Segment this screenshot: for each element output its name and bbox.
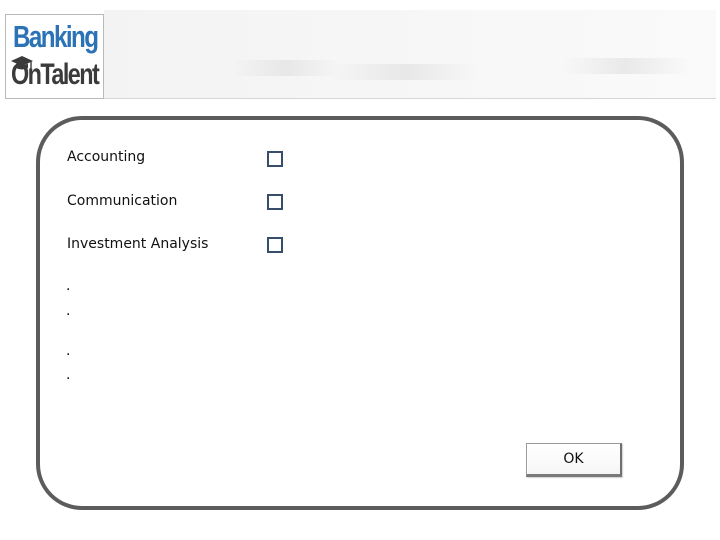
header-banner [104,10,716,98]
ok-button[interactable]: OK [526,443,622,477]
logo-text-ontalent: OnTalent [11,58,100,91]
checkbox-investment-analysis[interactable] [267,237,283,253]
option-label-investment-analysis: Investment Analysis [67,236,209,252]
header-banner-texture [330,64,480,80]
header-banner-texture [560,58,690,74]
ellipsis-mark: . [66,367,71,383]
logo-text-banking: Banking [13,19,99,54]
option-label-communication: Communication [67,193,178,209]
option-label-accounting: Accounting [67,149,146,165]
ellipsis-mark: . [66,303,71,319]
banking-on-talent-logo: Banking OnTalent [5,14,104,99]
ellipsis-mark: . [66,278,71,294]
ellipsis-mark: . [66,343,71,359]
page-header: Banking OnTalent [0,0,720,104]
checkbox-communication[interactable] [267,194,283,210]
checkbox-accounting[interactable] [267,151,283,167]
header-divider [104,98,716,99]
header-banner-texture [230,60,340,76]
